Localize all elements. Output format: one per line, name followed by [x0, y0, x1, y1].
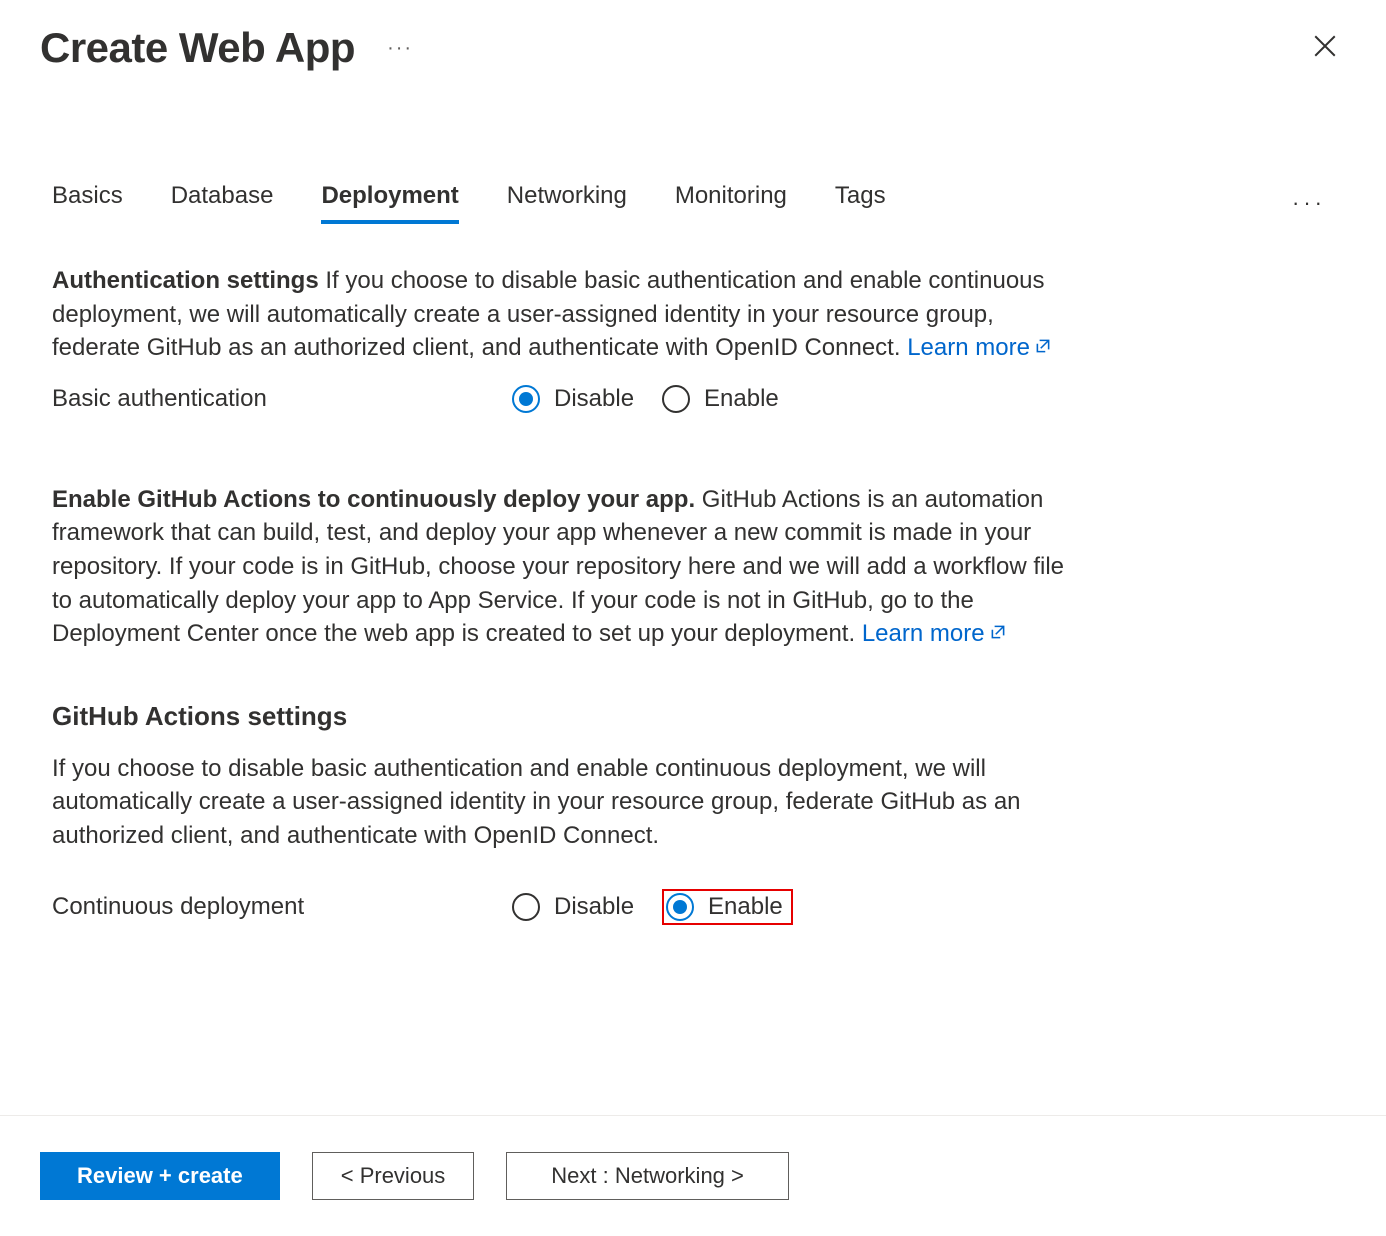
radio-selected-icon — [512, 385, 540, 413]
gha-heading: Enable GitHub Actions to continuously de… — [52, 486, 695, 513]
title-wrap: Create Web App ··· — [40, 24, 421, 72]
review-create-button[interactable]: Review + create — [40, 1152, 280, 1200]
auth-heading: Authentication settings — [52, 267, 319, 294]
radio-unselected-icon — [662, 385, 690, 413]
header: Create Web App ··· — [0, 0, 1386, 72]
tab-database[interactable]: Database — [171, 182, 274, 224]
tab-monitoring[interactable]: Monitoring — [675, 182, 787, 224]
radio-selected-icon — [666, 893, 694, 921]
external-link-icon — [1034, 331, 1052, 365]
basic-auth-enable-label: Enable — [704, 385, 779, 413]
tab-deployment[interactable]: Deployment — [321, 182, 458, 224]
basic-auth-radio-group: Disable Enable — [512, 385, 779, 413]
tabs-overflow-icon[interactable]: ··· — [1284, 182, 1334, 224]
basic-auth-label: Basic authentication — [52, 385, 512, 413]
continuous-deployment-label: Continuous deployment — [52, 893, 512, 921]
next-button[interactable]: Next : Networking > — [506, 1152, 789, 1200]
cd-disable-label: Disable — [554, 893, 634, 921]
footer: Review + create < Previous Next : Networ… — [0, 1115, 1386, 1236]
close-icon[interactable] — [1304, 25, 1346, 72]
tab-basics[interactable]: Basics — [52, 182, 123, 224]
cd-disable-option[interactable]: Disable — [512, 893, 634, 921]
gha-settings-body: If you choose to disable basic authentic… — [52, 752, 1068, 853]
previous-button[interactable]: < Previous — [312, 1152, 475, 1200]
cd-enable-option[interactable]: Enable — [666, 893, 783, 921]
cd-enable-highlight: Enable — [662, 889, 793, 925]
more-actions-icon[interactable]: ··· — [379, 29, 421, 68]
continuous-deployment-radio-group: Disable Enable — [512, 889, 793, 925]
gha-settings-heading: GitHub Actions settings — [52, 701, 1068, 732]
auth-section-text: Authentication settings If you choose to… — [52, 264, 1068, 365]
external-link-icon — [989, 617, 1007, 651]
radio-unselected-icon — [512, 893, 540, 921]
cd-enable-label: Enable — [708, 893, 783, 921]
tabs: Basics Database Deployment Networking Mo… — [0, 182, 1386, 224]
page-title: Create Web App — [40, 24, 355, 72]
basic-auth-disable-label: Disable — [554, 385, 634, 413]
content: Authentication settings If you choose to… — [0, 224, 1120, 925]
tab-networking[interactable]: Networking — [507, 182, 627, 224]
auth-learn-more-link[interactable]: Learn more — [907, 334, 1052, 361]
basic-auth-row: Basic authentication Disable Enable — [52, 385, 1068, 413]
gha-section-text: Enable GitHub Actions to continuously de… — [52, 483, 1068, 651]
gha-learn-more-link[interactable]: Learn more — [862, 620, 1007, 647]
basic-auth-enable-option[interactable]: Enable — [662, 385, 779, 413]
basic-auth-disable-option[interactable]: Disable — [512, 385, 634, 413]
tab-tags[interactable]: Tags — [835, 182, 886, 224]
continuous-deployment-row: Continuous deployment Disable Enable — [52, 889, 1068, 925]
